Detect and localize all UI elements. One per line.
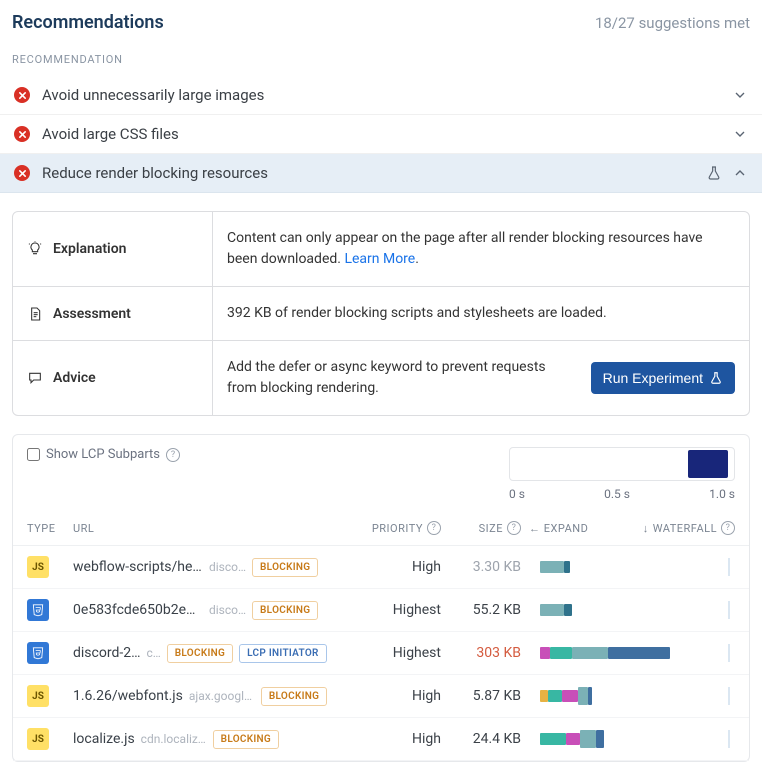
size-value: 3.30 KB	[441, 559, 521, 575]
recommendation-row[interactable]: Avoid large CSS files	[0, 115, 762, 154]
url-cell: localize.js cdn.localizeapi.com BLOCKING	[73, 730, 361, 749]
legend-swatch[interactable]	[512, 450, 552, 478]
js-file-icon: JS	[27, 556, 49, 578]
chevron-up-icon[interactable]	[732, 165, 748, 181]
chat-icon	[27, 370, 43, 386]
url-cell: 1.6.26/webfont.js ajax.google… BLOCKING	[73, 687, 361, 706]
url-cell: webflow-scripts/hea… disco… BLOCKING	[73, 558, 361, 577]
legend-swatches[interactable]	[509, 447, 735, 481]
col-url[interactable]: URL	[73, 522, 361, 535]
fail-icon	[14, 165, 30, 181]
table-row[interactable]: discord-2… c… BLOCKING LCP INITIATOR Highest…	[13, 632, 749, 675]
waterfall-cell[interactable]	[521, 558, 735, 576]
resource-table: Show LCP Subparts ? 0 s 0.5 s 1.0 s TYPE…	[12, 434, 750, 762]
help-icon[interactable]: ?	[507, 521, 521, 535]
recommendation-list: Avoid unnecessarily large images Avoid la…	[0, 76, 762, 193]
legend-swatch[interactable]	[644, 450, 684, 478]
resource-name: discord-2…	[73, 645, 140, 661]
chevron-down-icon[interactable]	[732, 126, 748, 142]
resource-host: cdn.localizeapi.com	[141, 732, 207, 746]
table-row[interactable]: JS webflow-scripts/hea… disco… BLOCKING High…	[13, 546, 749, 589]
waterfall-cell[interactable]	[521, 601, 735, 619]
assessment-text: 392 KB of render blocking scripts and st…	[227, 303, 735, 324]
flask-icon[interactable]	[706, 165, 722, 181]
waterfall-cell[interactable]	[521, 687, 735, 705]
resource-name: 1.6.26/webfont.js	[73, 688, 183, 704]
col-type[interactable]: TYPE	[27, 522, 73, 535]
resource-name: 0e583fcde650b2eb9…	[73, 602, 203, 618]
recommendation-label: Reduce render blocking resources	[42, 164, 696, 182]
resource-host: ajax.google…	[189, 689, 255, 703]
recommendation-row[interactable]: Reduce render blocking resources	[0, 154, 762, 193]
recommendation-detail: Explanation Content can only appear on t…	[12, 211, 750, 416]
table-row[interactable]: JS localize.js cdn.localizeapi.com BLOCKING…	[13, 718, 749, 761]
resource-name: webflow-scripts/hea…	[73, 559, 203, 575]
advice-label: Advice	[13, 341, 213, 415]
lcp-initiator-badge: LCP INITIATOR	[239, 644, 327, 663]
blocking-badge: BLOCKING	[167, 644, 233, 663]
help-icon[interactable]: ?	[166, 448, 180, 462]
js-file-icon: JS	[27, 685, 49, 707]
blocking-badge: BLOCKING	[213, 730, 279, 749]
col-waterfall[interactable]: ↓ WATERFALL?	[643, 521, 735, 535]
priority-value: High	[361, 688, 441, 704]
url-cell: 0e583fcde650b2eb9… disco… BLOCKING	[73, 601, 361, 620]
show-lcp-subparts[interactable]: Show LCP Subparts ?	[27, 447, 180, 462]
header: Recommendations 18/27 suggestions met	[0, 0, 762, 39]
legend-swatch[interactable]	[600, 450, 640, 478]
table-body: JS webflow-scripts/hea… disco… BLOCKING High…	[13, 546, 749, 761]
help-icon[interactable]: ?	[721, 521, 735, 535]
chevron-down-icon[interactable]	[732, 87, 748, 103]
url-cell: discord-2… c… BLOCKING LCP INITIATOR	[73, 644, 361, 663]
fail-icon	[14, 126, 30, 142]
col-size[interactable]: SIZE?	[441, 521, 521, 535]
resource-host: c…	[146, 646, 160, 660]
help-icon[interactable]: ?	[427, 521, 441, 535]
document-icon	[27, 306, 43, 322]
show-lcp-checkbox[interactable]	[27, 448, 40, 461]
col-priority[interactable]: PRIORITY?	[361, 521, 441, 535]
fail-icon	[14, 87, 30, 103]
recommendation-label: Avoid unnecessarily large images	[42, 86, 722, 104]
time-axis: 0 s 0.5 s 1.0 s	[509, 487, 735, 501]
size-value: 303 KB	[441, 645, 521, 661]
legend-swatch[interactable]	[556, 450, 596, 478]
table-header: TYPE URL PRIORITY? SIZE? ← EXPAND ↓ WATE…	[13, 509, 749, 546]
flask-icon	[709, 371, 723, 385]
size-value: 55.2 KB	[441, 602, 521, 618]
waterfall-cell[interactable]	[521, 730, 735, 748]
waterfall-cell[interactable]	[521, 644, 735, 662]
priority-value: High	[361, 559, 441, 575]
size-value: 24.4 KB	[441, 731, 521, 747]
css-file-icon	[27, 599, 49, 621]
lightbulb-icon	[27, 241, 43, 257]
resource-host: disco…	[209, 560, 246, 574]
explanation-label: Explanation	[13, 212, 213, 286]
blocking-badge: BLOCKING	[261, 687, 327, 706]
recommendation-label: Avoid large CSS files	[42, 125, 722, 143]
explanation-text: Content can only appear on the page afte…	[227, 228, 735, 270]
size-value: 5.87 KB	[441, 688, 521, 704]
priority-value: Highest	[361, 602, 441, 618]
blocking-badge: BLOCKING	[252, 601, 318, 620]
resource-host: disco…	[209, 603, 246, 617]
table-row[interactable]: JS 1.6.26/webfont.js ajax.google… BLOCKING H…	[13, 675, 749, 718]
run-experiment-button[interactable]: Run Experiment	[591, 362, 735, 394]
blocking-badge: BLOCKING	[252, 558, 318, 577]
resource-name: localize.js	[73, 731, 135, 747]
table-row[interactable]: 0e583fcde650b2eb9… disco… BLOCKING Highest5…	[13, 589, 749, 632]
assessment-label: Assessment	[13, 287, 213, 340]
priority-value: Highest	[361, 645, 441, 661]
js-file-icon: JS	[27, 728, 49, 750]
advice-text: Add the defer or async keyword to preven…	[227, 357, 575, 399]
priority-value: High	[361, 731, 441, 747]
suggestions-met: 18/27 suggestions met	[595, 14, 750, 32]
section-label: RECOMMENDATION	[0, 39, 762, 76]
recommendation-row[interactable]: Avoid unnecessarily large images	[0, 76, 762, 115]
page-title: Recommendations	[12, 12, 164, 33]
legend-swatch[interactable]	[688, 450, 728, 478]
css-file-icon	[27, 642, 49, 664]
col-expand[interactable]: ← EXPAND	[521, 522, 588, 535]
learn-more-link[interactable]: Learn More	[344, 251, 415, 267]
